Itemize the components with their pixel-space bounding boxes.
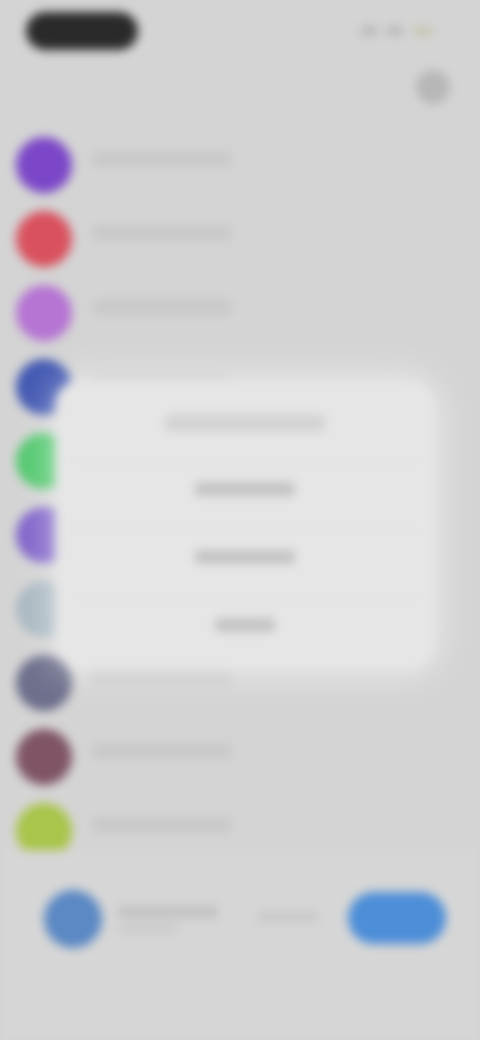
list-item-label [92, 743, 232, 759]
list-item[interactable] [0, 125, 480, 199]
bottom-middle-text [258, 912, 318, 922]
avatar [16, 729, 72, 785]
avatar [16, 211, 72, 267]
list-item[interactable] [0, 717, 480, 791]
dialog-option-label [195, 482, 295, 496]
page-title [200, 74, 280, 98]
bottom-name [118, 906, 218, 918]
battery-icon [412, 26, 434, 36]
dialog-option-2[interactable] [69, 528, 421, 585]
bottom-bar [0, 850, 480, 1040]
wifi-icon [386, 26, 404, 36]
action-dialog [55, 380, 435, 670]
profile-icon[interactable] [416, 70, 450, 104]
list-item-label [92, 669, 232, 685]
bottom-subtitle [118, 924, 178, 934]
primary-button[interactable] [348, 892, 446, 944]
dialog-option-label [215, 618, 275, 632]
list-item-label [92, 817, 232, 833]
dialog-option-3[interactable] [69, 596, 421, 653]
avatar[interactable] [44, 890, 102, 948]
app-screen [0, 0, 480, 1040]
dialog-option-1[interactable] [69, 460, 421, 517]
list-item[interactable] [0, 199, 480, 273]
avatar [16, 137, 72, 193]
status-icons [360, 24, 440, 38]
list-item-label [92, 225, 232, 241]
dialog-title [165, 414, 325, 432]
signal-icon [360, 26, 378, 36]
list-item-label [92, 151, 232, 167]
status-time [26, 12, 138, 50]
avatar [16, 285, 72, 341]
list-item-label [92, 299, 232, 315]
dialog-option-label [195, 550, 295, 564]
list-item[interactable] [0, 273, 480, 347]
status-bar [0, 0, 480, 60]
